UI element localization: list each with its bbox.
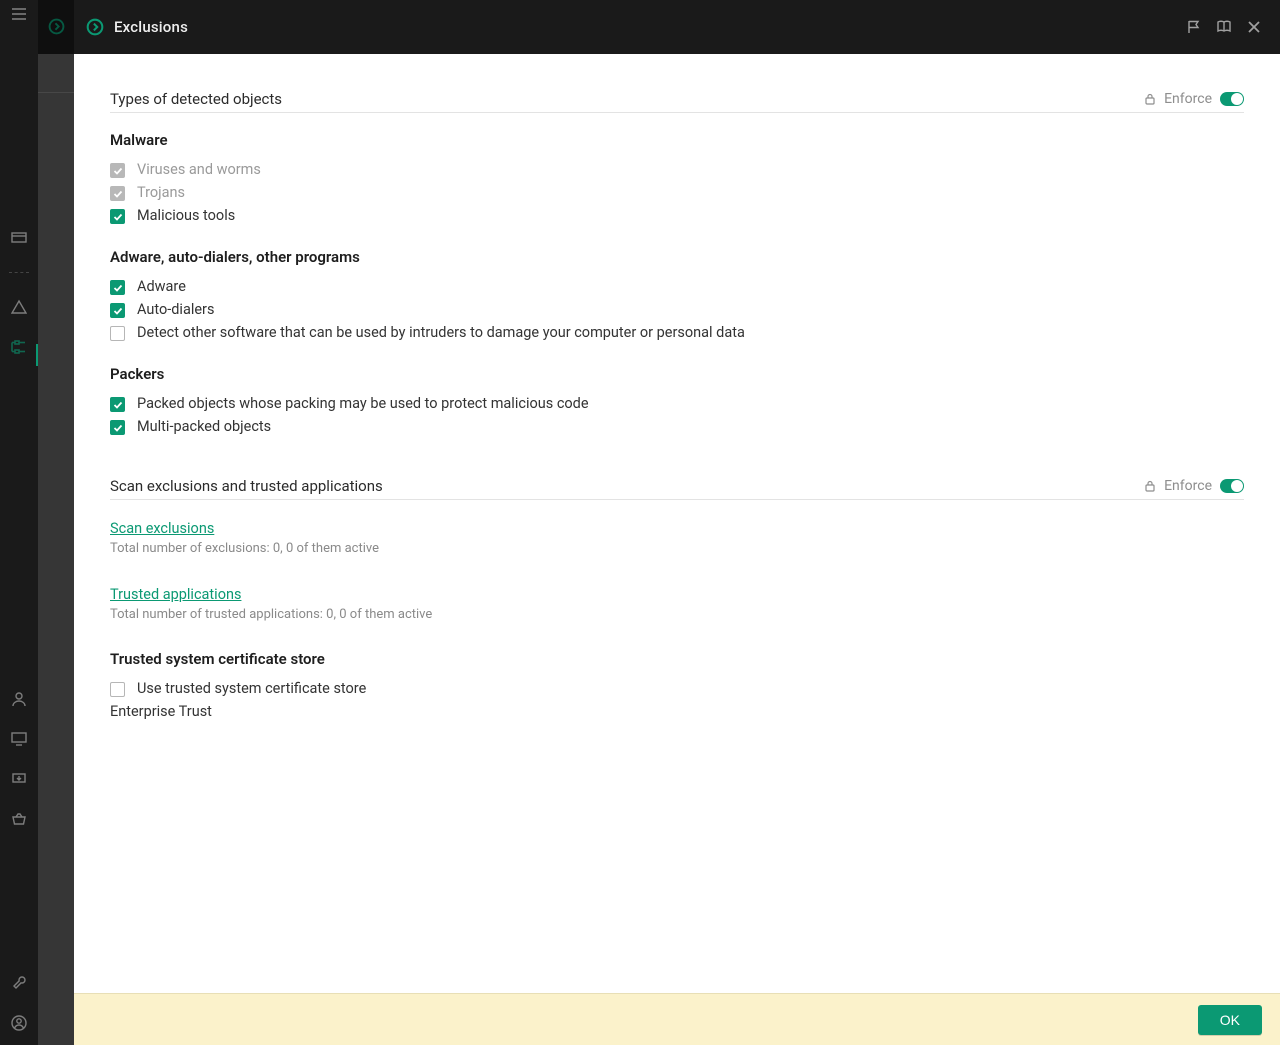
checkbox-malicious-tools[interactable]: [110, 209, 125, 224]
enforce-toggle-exclusions[interactable]: [1220, 479, 1244, 493]
modal-title: Exclusions: [114, 18, 188, 36]
policies-icon[interactable]: [11, 339, 27, 355]
check-label: Malicious tools: [137, 207, 235, 224]
basket-icon[interactable]: [11, 811, 27, 827]
download-icon[interactable]: [11, 771, 27, 787]
section-exclusions-heading-row: Scan exclusions and trusted applications…: [110, 477, 1244, 500]
checklist-cert-store: Use trusted system certificate store: [110, 680, 1244, 697]
check-label: Adware: [137, 278, 186, 295]
enforce-control-types: Enforce: [1144, 91, 1244, 107]
book-icon[interactable]: [1216, 19, 1232, 35]
check-row-malicious-tools: Malicious tools: [110, 207, 1244, 224]
cert-store-value: Enterprise Trust: [110, 703, 1244, 720]
check-label: Auto-dialers: [137, 301, 214, 318]
check-row-adware: Adware: [110, 278, 1244, 295]
checkbox-use-cert-store[interactable]: [110, 682, 125, 697]
user-icon[interactable]: [11, 691, 27, 707]
checklist-adware: Adware Auto-dialers Detect other softwar…: [110, 278, 1244, 341]
group-title-malware: Malware: [110, 131, 1244, 149]
header-circle-arrow-icon[interactable]: [86, 18, 104, 36]
wrench-icon[interactable]: [11, 975, 27, 991]
check-label: Trojans: [137, 184, 185, 201]
left-navigation-rail: [0, 0, 38, 1045]
checkbox-detect-other-software[interactable]: [110, 326, 125, 341]
link-block-scan-exclusions: Scan exclusions Total number of exclusio…: [110, 518, 1244, 556]
checkbox-multi-packed[interactable]: [110, 420, 125, 435]
monitor-icon[interactable]: [11, 731, 27, 747]
section-exclusions-heading: Scan exclusions and trusted applications: [110, 477, 383, 495]
modal-footer: OK: [74, 993, 1280, 1045]
exclusions-modal: Exclusions Types of detected objects: [74, 0, 1280, 1045]
checkbox-packed-objects[interactable]: [110, 397, 125, 412]
checklist-malware: Viruses and worms Trojans Malicious tool…: [110, 161, 1244, 224]
lock-icon: [1144, 480, 1156, 492]
link-trusted-apps-subtitle: Total number of trusted applications: 0,…: [110, 607, 1244, 622]
checkbox-trojans: [110, 186, 125, 201]
check-row-viruses-worms: Viruses and worms: [110, 161, 1244, 178]
account-circle-icon[interactable]: [11, 1015, 27, 1031]
check-row-multi-packed: Multi-packed objects: [110, 418, 1244, 435]
lock-icon: [1144, 93, 1156, 105]
check-label: Use trusted system certificate store: [137, 680, 366, 697]
ok-button[interactable]: OK: [1198, 1005, 1262, 1035]
warning-triangle-icon[interactable]: [11, 299, 27, 315]
link-block-trusted-apps: Trusted applications Total number of tru…: [110, 584, 1244, 622]
checklist-packers: Packed objects whose packing may be used…: [110, 395, 1244, 435]
modal-body: Types of detected objects Enforce Malwar…: [74, 54, 1280, 993]
checkbox-viruses-worms: [110, 163, 125, 178]
check-row-auto-dialers: Auto-dialers: [110, 301, 1244, 318]
modal-header: Exclusions: [74, 0, 1280, 54]
check-row-use-cert-store: Use trusted system certificate store: [110, 680, 1244, 697]
panel-icon[interactable]: [11, 230, 27, 246]
check-label: Packed objects whose packing may be used…: [137, 395, 589, 412]
group-title-adware: Adware, auto-dialers, other programs: [110, 248, 1244, 266]
checkbox-auto-dialers[interactable]: [110, 303, 125, 318]
link-scan-exclusions-subtitle: Total number of exclusions: 0, 0 of them…: [110, 541, 1244, 556]
enforce-label: Enforce: [1164, 478, 1212, 494]
check-row-packed-objects: Packed objects whose packing may be used…: [110, 395, 1244, 412]
check-label: Viruses and worms: [137, 161, 261, 178]
check-label: Multi-packed objects: [137, 418, 271, 435]
close-icon[interactable]: [1246, 19, 1262, 35]
group-title-packers: Packers: [110, 365, 1244, 383]
rail-divider: [9, 272, 29, 273]
flag-icon[interactable]: [1186, 19, 1202, 35]
hamburger-menu-icon[interactable]: [11, 6, 27, 22]
group-title-cert-store: Trusted system certificate store: [110, 650, 1244, 668]
enforce-control-exclusions: Enforce: [1144, 478, 1244, 494]
check-label: Detect other software that can be used b…: [137, 324, 745, 341]
section-types-heading-row: Types of detected objects Enforce: [110, 90, 1244, 113]
checkbox-adware[interactable]: [110, 280, 125, 295]
link-scan-exclusions[interactable]: Scan exclusions: [110, 520, 214, 537]
section-types-heading: Types of detected objects: [110, 90, 282, 108]
link-trusted-applications[interactable]: Trusted applications: [110, 586, 241, 603]
check-row-detect-other-software: Detect other software that can be used b…: [110, 324, 1244, 341]
enforce-toggle-types[interactable]: [1220, 92, 1244, 106]
enforce-label: Enforce: [1164, 91, 1212, 107]
check-row-trojans: Trojans: [110, 184, 1244, 201]
